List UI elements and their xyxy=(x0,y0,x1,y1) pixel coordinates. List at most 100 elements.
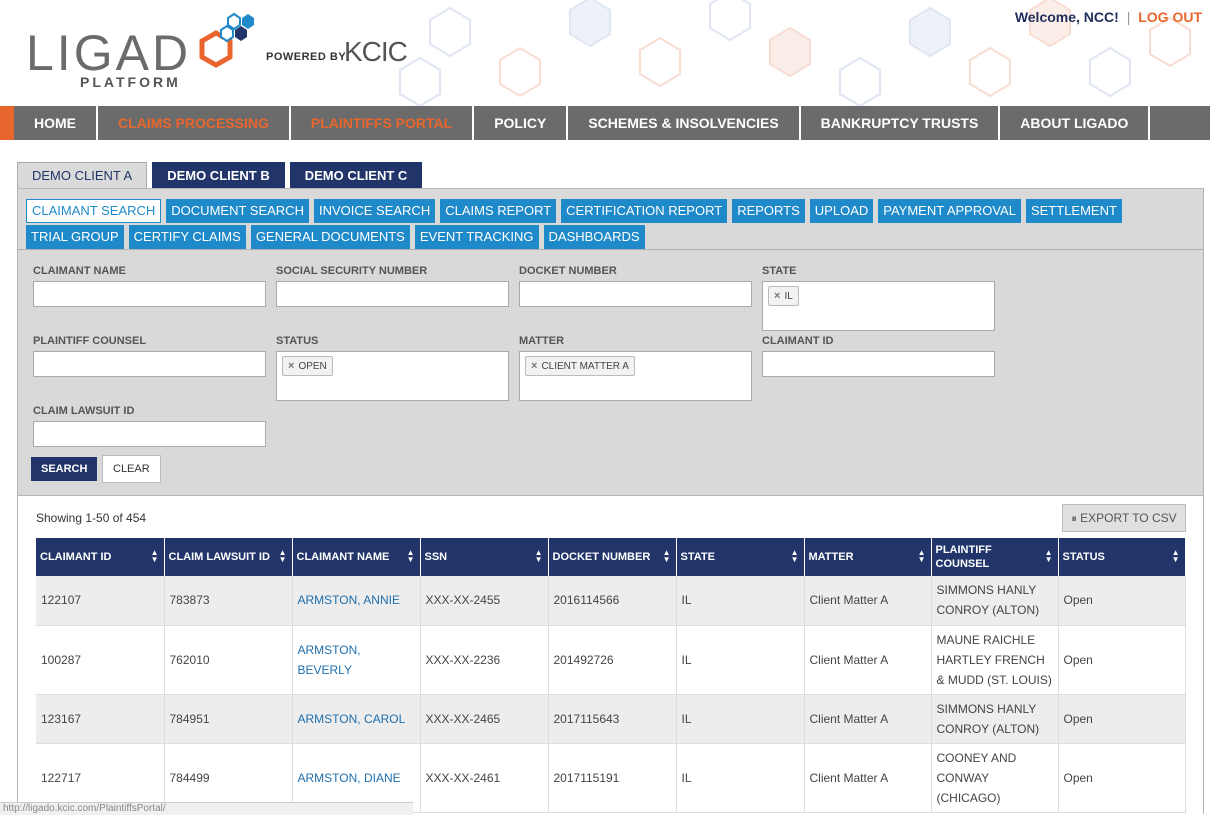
chip-remove-icon[interactable]: × xyxy=(288,360,294,372)
search-panel: CLAIMANT SEARCH DOCUMENT SEARCH INVOICE … xyxy=(17,188,1204,496)
clear-button[interactable]: CLEAR xyxy=(102,455,161,483)
cell-state: IL xyxy=(676,625,805,695)
col-claimant-name[interactable]: CLAIMANT NAME ▲ ▼ xyxy=(292,538,421,576)
sort-icon[interactable]: ▲ ▼ xyxy=(1172,549,1180,564)
plaintiff-counsel-input[interactable] xyxy=(33,351,266,377)
tab-demo-client-b[interactable]: DEMO CLIENT B xyxy=(152,162,285,190)
cell-claimant-id: 123167 xyxy=(36,694,165,744)
search-button[interactable]: SEARCH xyxy=(31,457,98,481)
subtab-claims-report[interactable]: CLAIMS REPORT xyxy=(440,199,557,223)
table-row[interactable]: 123167 784951 ARMSTON, CAROL XXX-XX-2465… xyxy=(36,694,1186,744)
state-field: STATE × IL xyxy=(762,265,995,331)
subtab-general-documents[interactable]: GENERAL DOCUMENTS xyxy=(250,225,410,249)
col-ssn[interactable]: SSN ▲ ▼ xyxy=(420,538,549,576)
nav-plaintiffs-portal[interactable]: PLAINTIFFS PORTAL xyxy=(291,106,475,140)
sort-icon[interactable]: ▲ ▼ xyxy=(663,549,671,564)
claimant-name-link[interactable]: ARMSTON, ANNIE xyxy=(292,576,421,626)
claim-lawsuit-id-field: CLAIM LAWSUIT ID xyxy=(33,405,266,447)
sort-icon[interactable]: ▲ ▼ xyxy=(918,549,926,564)
claimants-table: CLAIMANT ID ▲ ▼ CLAIM LAWSUIT ID ▲ ▼ CLAIMAN… xyxy=(36,538,1186,813)
docket-number-label: DOCKET NUMBER xyxy=(519,265,617,277)
cell-state: IL xyxy=(676,694,805,744)
claimant-name-label: CLAIMANT NAME xyxy=(33,265,126,277)
sort-icon[interactable]: ▲ ▼ xyxy=(535,549,543,564)
col-label: CLAIMANT ID xyxy=(40,551,112,563)
nav-about-ligado[interactable]: ABOUT LIGADO xyxy=(1000,106,1151,140)
chip-remove-icon[interactable]: × xyxy=(531,360,537,372)
cell-state: IL xyxy=(676,576,805,626)
chip-remove-icon[interactable]: × xyxy=(774,290,780,302)
state-multiselect[interactable]: × IL xyxy=(762,281,995,331)
logout-link[interactable]: LOG OUT xyxy=(1138,9,1202,25)
subtab-claimant-search[interactable]: CLAIMANT SEARCH xyxy=(26,199,162,223)
page-header: LIGAD PLATFORM POWERED BY KCIC Welcome, … xyxy=(0,0,1210,106)
ssn-input[interactable] xyxy=(276,281,509,307)
cell-status: Open xyxy=(1058,625,1186,695)
col-claimant-id[interactable]: CLAIMANT ID ▲ ▼ xyxy=(36,538,165,576)
status-multiselect[interactable]: × OPEN xyxy=(276,351,509,401)
col-label: PLAINTIFF COUNSEL xyxy=(935,544,992,570)
claimant-id-input[interactable] xyxy=(762,351,995,377)
claimant-name-link[interactable]: ARMSTON, CAROL xyxy=(292,694,421,744)
cell-ssn: XXX-XX-2236 xyxy=(420,625,549,695)
col-label: STATE xyxy=(680,551,715,563)
matter-field: MATTER × CLIENT MATTER A xyxy=(519,335,752,401)
col-label: DOCKET NUMBER xyxy=(552,551,651,563)
ligado-logo-icon xyxy=(199,12,254,68)
col-state[interactable]: STATE ▲ ▼ xyxy=(676,538,805,576)
matter-multiselect[interactable]: × CLIENT MATTER A xyxy=(519,351,752,401)
nav-home[interactable]: HOME xyxy=(14,106,98,140)
browser-status-bar: http://ligado.kcic.com/PlaintiffsPortal/ xyxy=(0,802,413,815)
sort-icon[interactable]: ▲ ▼ xyxy=(1045,549,1053,564)
cell-status: Open xyxy=(1058,694,1186,744)
docket-number-input[interactable] xyxy=(519,281,752,307)
sort-icon[interactable]: ▲ ▼ xyxy=(791,549,799,564)
claimant-name-link[interactable]: ARMSTON, BEVERLY xyxy=(292,625,421,695)
cell-state: IL xyxy=(676,743,805,813)
claimant-id-field: CLAIMANT ID xyxy=(762,335,995,377)
sort-icon[interactable]: ▲ ▼ xyxy=(407,549,415,564)
subtab-settlement[interactable]: SETTLEMENT xyxy=(1025,199,1122,223)
nav-schemes-insolvencies[interactable]: SCHEMES & INSOLVENCIES xyxy=(568,106,801,140)
status-chip-label: OPEN xyxy=(298,361,327,372)
col-docket-number[interactable]: DOCKET NUMBER ▲ ▼ xyxy=(548,538,677,576)
col-claim-lawsuit-id[interactable]: CLAIM LAWSUIT ID ▲ ▼ xyxy=(164,538,293,576)
subtab-certification-report[interactable]: CERTIFICATION REPORT xyxy=(561,199,728,223)
subtab-document-search[interactable]: DOCUMENT SEARCH xyxy=(166,199,309,223)
cell-plaintiff-counsel: COONEY AND CONWAY (CHICAGO) xyxy=(931,743,1059,813)
col-label: CLAIMANT NAME xyxy=(296,551,390,563)
results-section: Showing 1-50 of 454 ⏸ EXPORT TO CSV CLAI… xyxy=(17,495,1204,814)
cell-status: Open xyxy=(1058,743,1186,813)
col-status[interactable]: STATUS ▲ ▼ xyxy=(1058,538,1186,576)
subtab-reports[interactable]: REPORTS xyxy=(732,199,805,223)
table-row[interactable]: 100287 762010 ARMSTON, BEVERLY XXX-XX-22… xyxy=(36,625,1186,695)
subtab-trial-group[interactable]: TRIAL GROUP xyxy=(26,225,124,249)
table-row[interactable]: 122107 783873 ARMSTON, ANNIE XXX-XX-2455… xyxy=(36,576,1186,626)
subtab-payment-approval[interactable]: PAYMENT APPROVAL xyxy=(878,199,1021,223)
subtab-upload[interactable]: UPLOAD xyxy=(809,199,874,223)
cell-docket-number: 2016114566 xyxy=(548,576,677,626)
col-matter[interactable]: MATTER ▲ ▼ xyxy=(804,538,932,576)
powered-by-text: POWERED BY xyxy=(266,51,347,63)
nav-bankruptcy-trusts[interactable]: BANKRUPTCY TRUSTS xyxy=(801,106,1001,140)
subtab-event-tracking[interactable]: EVENT TRACKING xyxy=(414,225,539,249)
cell-claim-lawsuit-id: 784951 xyxy=(164,694,293,744)
cell-matter: Client Matter A xyxy=(804,743,932,813)
tab-demo-client-c[interactable]: DEMO CLIENT C xyxy=(289,162,423,190)
claim-lawsuit-id-input[interactable] xyxy=(33,421,266,447)
col-label: SSN xyxy=(424,551,448,563)
cell-matter: Client Matter A xyxy=(804,625,932,695)
subtab-invoice-search[interactable]: INVOICE SEARCH xyxy=(313,199,436,223)
nav-policy[interactable]: POLICY xyxy=(474,106,569,140)
welcome-area: Welcome, NCC! | LOG OUT xyxy=(1015,9,1202,25)
nav-claims-processing[interactable]: CLAIMS PROCESSING xyxy=(98,106,291,140)
col-plaintiff-counsel[interactable]: PLAINTIFF COUNSEL ▲ ▼ xyxy=(931,538,1059,576)
tab-demo-client-a[interactable]: DEMO CLIENT A xyxy=(17,162,148,190)
export-csv-label: EXPORT TO CSV xyxy=(1080,511,1177,525)
export-csv-button[interactable]: ⏸ EXPORT TO CSV xyxy=(1062,504,1186,532)
subtab-certify-claims[interactable]: CERTIFY CLAIMS xyxy=(128,225,246,249)
sort-icon[interactable]: ▲ ▼ xyxy=(151,549,159,564)
claimant-name-input[interactable] xyxy=(33,281,266,307)
subtab-dashboards[interactable]: DASHBOARDS xyxy=(543,225,645,249)
sort-icon[interactable]: ▲ ▼ xyxy=(279,549,287,564)
